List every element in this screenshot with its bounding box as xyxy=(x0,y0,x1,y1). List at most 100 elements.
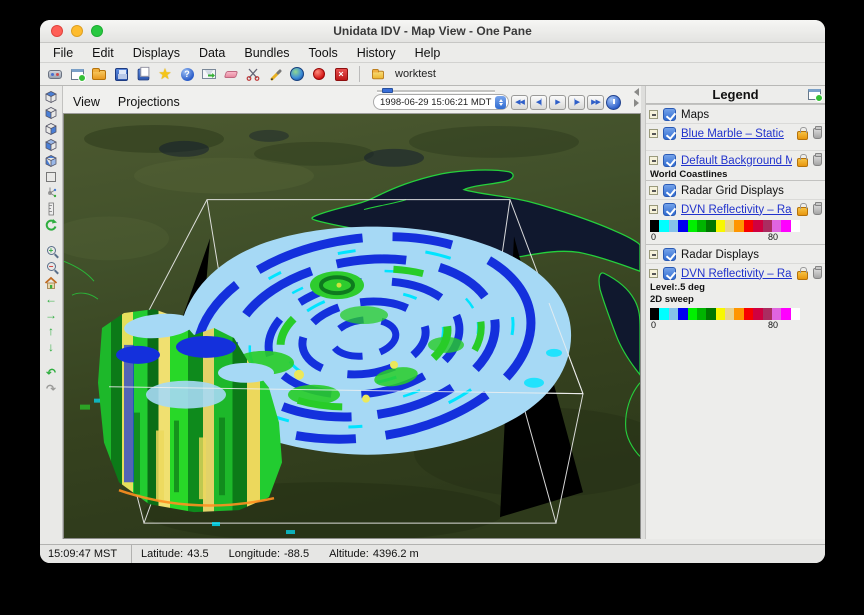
maps-visibility-checkbox[interactable] xyxy=(663,108,676,121)
edit-pencil-icon[interactable] xyxy=(266,65,284,83)
menu-help[interactable]: Help xyxy=(415,46,441,60)
remove-icon[interactable] xyxy=(813,268,822,279)
menu-history[interactable]: History xyxy=(357,46,396,60)
time-select[interactable]: 1998-06-29 15:06:21 MDT xyxy=(373,94,509,110)
title-bar[interactable]: Unidata IDV - Map View - One Pane xyxy=(40,20,825,43)
collapse-icon[interactable] xyxy=(649,205,658,214)
publish-mail-icon[interactable] xyxy=(200,65,218,83)
visibility-checkbox[interactable] xyxy=(663,127,676,140)
remove-icon[interactable] xyxy=(813,128,822,139)
overflow-left-icon[interactable] xyxy=(634,88,639,96)
show-dashboard-icon[interactable] xyxy=(46,65,64,83)
perspective-box-icon[interactable] xyxy=(43,169,60,184)
collapse-icon[interactable] xyxy=(649,156,658,165)
new-window-icon[interactable] xyxy=(68,65,86,83)
play-button[interactable]: ▶ xyxy=(549,95,566,110)
toolbar-separator xyxy=(359,66,360,82)
record-image-icon[interactable] xyxy=(310,65,328,83)
rotate-axes-icon[interactable] xyxy=(43,185,60,200)
visibility-checkbox[interactable] xyxy=(663,203,676,216)
viewpoint-cube-top-icon[interactable] xyxy=(43,89,60,104)
colorbar-scale: 0 80 xyxy=(650,320,800,332)
favorites-star-icon[interactable]: ★ xyxy=(156,65,174,83)
stop-close-icon[interactable]: × xyxy=(332,65,350,83)
lock-icon[interactable] xyxy=(797,158,808,167)
undo-icon[interactable]: ↶ xyxy=(43,365,60,380)
float-legend-icon[interactable] xyxy=(808,89,821,100)
eraser-icon[interactable] xyxy=(222,65,240,83)
minimize-button[interactable] xyxy=(71,25,83,37)
time-slider[interactable] xyxy=(377,88,495,93)
pan-up-icon[interactable]: ↑ xyxy=(43,323,60,338)
pan-right-icon[interactable]: → xyxy=(43,307,60,322)
idv-map-view-window: Unidata IDV - Map View - One Pane File E… xyxy=(40,20,825,563)
display-sublabel: Level:.5 deg xyxy=(646,281,825,293)
open-file-icon[interactable] xyxy=(90,65,108,83)
step-forward-button[interactable]: |▶ xyxy=(568,95,585,110)
lock-icon[interactable] xyxy=(797,131,808,140)
map-header: View Projections 1998-06-29 15:06:21 MDT… xyxy=(63,86,641,114)
remove-icon[interactable] xyxy=(813,204,822,215)
display-link[interactable]: DVN Reflectivity – Rada... xyxy=(681,268,792,280)
zoom-out-icon[interactable]: − xyxy=(43,259,60,274)
viewpoint-cube-south-icon[interactable] xyxy=(43,137,60,152)
auto-rotate-icon[interactable] xyxy=(43,217,60,232)
visibility-checkbox[interactable] xyxy=(663,154,676,167)
step-back-button[interactable]: ◀| xyxy=(530,95,547,110)
visibility-checkbox[interactable] xyxy=(663,267,676,280)
reflectivity-colorbar[interactable] xyxy=(650,308,800,320)
pan-left-icon[interactable]: ← xyxy=(43,291,60,306)
collapse-icon[interactable] xyxy=(649,110,658,119)
viewpoint-cube-north-icon[interactable] xyxy=(43,105,60,120)
pan-down-icon[interactable]: ↓ xyxy=(43,339,60,354)
menu-bundles[interactable]: Bundles xyxy=(244,46,289,60)
altitude-value: 4396.2 m xyxy=(373,548,419,560)
collapse-icon[interactable] xyxy=(649,186,658,195)
menu-displays[interactable]: Displays xyxy=(133,46,180,60)
collapse-icon[interactable] xyxy=(649,269,658,278)
home-icon[interactable] xyxy=(43,275,60,290)
menu-data[interactable]: Data xyxy=(199,46,225,60)
map-3d-display[interactable] xyxy=(63,114,641,539)
menu-projections[interactable]: Projections xyxy=(118,95,180,109)
vertical-scale-icon[interactable] xyxy=(43,201,60,216)
zoom-button[interactable] xyxy=(91,25,103,37)
lock-icon[interactable] xyxy=(797,271,808,280)
toolbar-overflow-arrows[interactable] xyxy=(634,88,639,107)
latitude-label: Latitude: xyxy=(141,548,183,560)
go-to-end-button[interactable]: ▶▶ xyxy=(587,95,604,110)
help-icon[interactable]: ? xyxy=(178,65,196,83)
time-slider-thumb[interactable] xyxy=(382,88,393,93)
legend-title: Legend xyxy=(646,86,825,104)
remove-icon[interactable] xyxy=(813,155,822,166)
go-to-start-button[interactable]: ◀◀ xyxy=(511,95,528,110)
display-link[interactable]: Default Background Maps xyxy=(681,155,792,167)
lock-icon[interactable] xyxy=(797,207,808,216)
content-area: + − ← → ↑ ↓ ↶ ↷ View Projections xyxy=(40,86,825,539)
collapse-icon[interactable] xyxy=(649,129,658,138)
zoom-in-icon[interactable]: + xyxy=(43,243,60,258)
time-properties-button[interactable] xyxy=(606,95,621,110)
menu-file[interactable]: File xyxy=(53,46,73,60)
redo-icon[interactable]: ↷ xyxy=(43,381,60,396)
close-button[interactable] xyxy=(51,25,63,37)
radar-grid-visibility-checkbox[interactable] xyxy=(663,184,676,197)
globe-icon[interactable] xyxy=(288,65,306,83)
menu-view[interactable]: View xyxy=(73,95,100,109)
overflow-right-icon[interactable] xyxy=(634,99,639,107)
reflectivity-colorbar[interactable] xyxy=(650,220,800,232)
traffic-lights xyxy=(51,25,103,37)
viewpoint-cube-east-icon[interactable] xyxy=(43,121,60,136)
save-as-icon[interactable] xyxy=(134,65,152,83)
menu-tools[interactable]: Tools xyxy=(309,46,338,60)
display-link[interactable]: Blue Marble – Static xyxy=(681,128,792,140)
menu-edit[interactable]: Edit xyxy=(92,46,114,60)
save-icon[interactable] xyxy=(112,65,130,83)
workspace-folder-icon[interactable] xyxy=(369,65,387,83)
display-link[interactable]: DVN Reflectivity – Rada... xyxy=(681,204,792,216)
time-stepper-icon[interactable] xyxy=(495,96,506,109)
collapse-icon[interactable] xyxy=(649,250,658,259)
cut-scissors-icon[interactable] xyxy=(244,65,262,83)
viewpoint-cube-west-icon[interactable] xyxy=(43,153,60,168)
radar-visibility-checkbox[interactable] xyxy=(663,248,676,261)
